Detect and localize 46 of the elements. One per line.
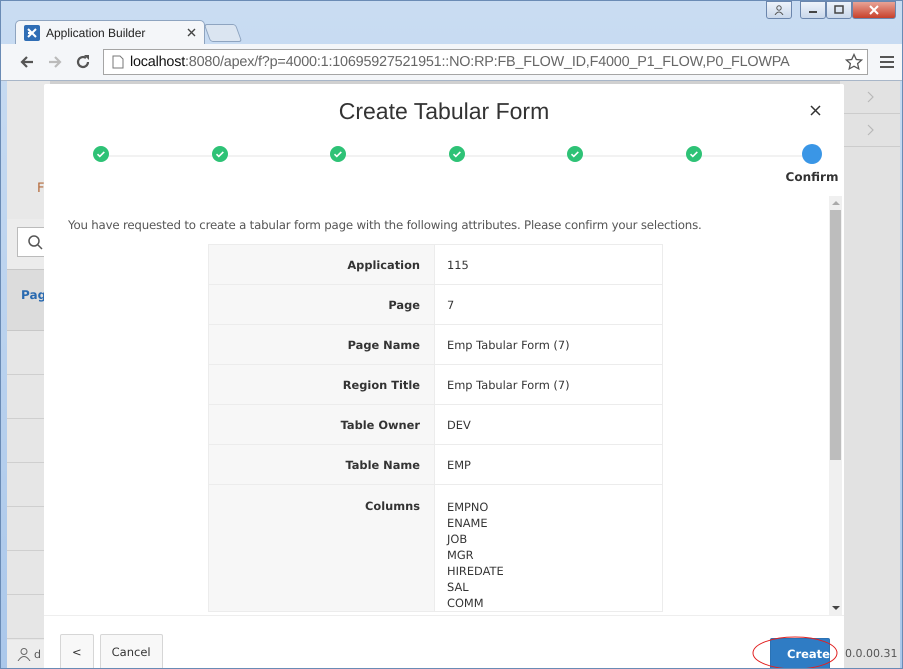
app-logo-icon: [24, 24, 40, 40]
version-text: 0.0.00.31: [845, 647, 898, 660]
background-text: F: [37, 181, 44, 196]
search-icon: [27, 234, 43, 250]
cancel-button[interactable]: Cancel: [100, 634, 163, 668]
address-bar[interactable]: localhost:8080/apex/f?p=4000:1:10695927521951::NO:RP:FB_FLOW_ID,F4000_P1_FLOW,P0_FLOWPA: [103, 49, 868, 75]
back-arrow-icon[interactable]: [19, 54, 35, 70]
minimize-button[interactable]: [800, 1, 826, 19]
attribute-label: Table Name: [208, 444, 434, 484]
attribute-label: Table Owner: [208, 404, 434, 444]
close-icon[interactable]: [810, 105, 821, 116]
scrollbar[interactable]: [829, 196, 842, 615]
maximize-button[interactable]: [826, 1, 852, 19]
attribute-value: EMPNO ENAME JOB MGR HIREDATE SAL COMM: [434, 484, 662, 612]
close-icon: [869, 5, 879, 15]
intro-text: You have requested to create a tabular form page with the following attributes. Please confirm your selections.: [68, 218, 703, 232]
maximize-icon: [834, 5, 844, 15]
url-host: localhost: [130, 54, 185, 70]
attribute-value: 7: [434, 284, 662, 324]
tab-close-icon[interactable]: [187, 28, 196, 37]
attribute-value: Emp Tabular Form (7): [434, 324, 662, 364]
attribute-label: Page: [208, 284, 434, 324]
attribute-label: Page Name: [208, 324, 434, 364]
create-button[interactable]: Create: [770, 638, 830, 668]
reload-icon[interactable]: [75, 54, 91, 70]
page-icon: [112, 55, 124, 69]
attribute-value: EMP: [434, 444, 662, 484]
tab-title: Application Builder: [46, 26, 146, 40]
attribute-value: 115: [434, 244, 662, 284]
previous-button[interactable]: <: [60, 634, 94, 668]
attribute-value: DEV: [434, 404, 662, 444]
attribute-label: Application: [208, 244, 434, 284]
close-button[interactable]: [852, 1, 896, 19]
dialog-title: Create Tabular Form: [338, 96, 550, 124]
user-icon: [17, 647, 31, 661]
url-path: :8080/apex/f?p=4000:1:10695927521951::NO:RP:FB_FLOW_ID,F4000_P1_FLOW,P0_FLOWPA: [185, 54, 790, 70]
browser-tab[interactable]: Application Builder: [15, 20, 205, 44]
attribute-value: Emp Tabular Form (7): [434, 364, 662, 404]
person-icon: [774, 5, 784, 15]
attribute-label: Columns: [208, 484, 434, 612]
user-profile-button[interactable]: [766, 1, 792, 19]
menu-icon[interactable]: [880, 56, 894, 68]
step-label: Confirm: [786, 170, 838, 184]
scroll-down-icon[interactable]: [832, 606, 840, 610]
attribute-label: Region Title: [208, 364, 434, 404]
user-name: d: [34, 648, 41, 660]
